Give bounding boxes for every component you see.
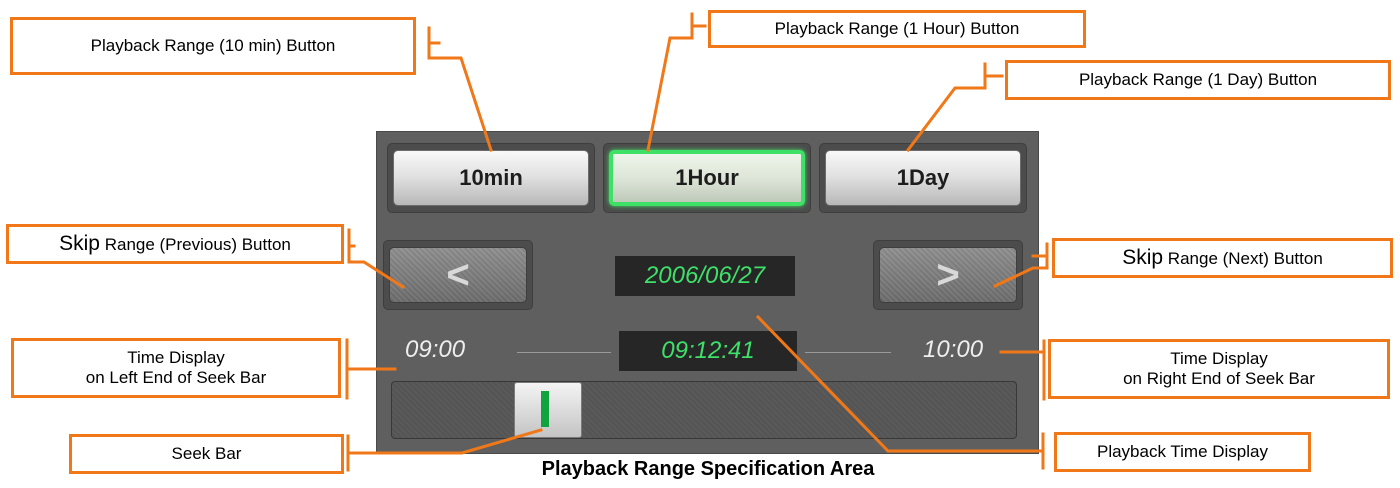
chevron-left-icon: <: [446, 252, 470, 297]
skip-next-button[interactable]: >: [879, 247, 1017, 303]
callout-skip-next: Skip Range (Next) Button: [1052, 238, 1393, 278]
time-rule-right: [805, 352, 891, 353]
range-1day-button[interactable]: 1Day: [825, 150, 1021, 206]
callout-range-1hour: Playback Range (1 Hour) Button: [708, 10, 1086, 48]
range-10min-button[interactable]: 10min: [393, 150, 589, 206]
callout-seek-bar-text: Seek Bar: [171, 443, 242, 463]
playback-range-panel: 10min 1Hour 1Day < 2006/06/27 > 09:00 09…: [376, 131, 1039, 454]
callout-range-10min: Playback Range (10 min) Button: [10, 17, 416, 75]
callout-range-1day-text: Playback Range (1 Day) Button: [1078, 69, 1318, 89]
callout-range-1hour-text: Playback Range (1 Hour) Button: [774, 18, 1020, 38]
callout-time-right-line2: on Right End of Seek Bar: [1123, 369, 1315, 388]
seek-position-marker: [541, 391, 549, 427]
range-1day-well: 1Day: [819, 143, 1027, 213]
callout-range-1day: Playback Range (1 Day) Button: [1005, 60, 1391, 100]
callout-time-right: Time Display on Right End of Seek Bar: [1048, 339, 1390, 399]
callout-skip-next-keyword: Skip: [1122, 246, 1164, 270]
range-1hour-button[interactable]: 1Hour: [609, 150, 805, 206]
figure-caption: Playback Range Specification Area: [541, 458, 875, 480]
seek-thumb[interactable]: [514, 382, 582, 438]
callout-skip-previous-keyword: Skip: [59, 232, 100, 256]
skip-prev-well: <: [383, 240, 533, 310]
callout-skip-next-text: Range (Next) Button: [1163, 249, 1323, 269]
callout-time-left-line2: on Left End of Seek Bar: [85, 368, 267, 387]
skip-previous-button[interactable]: <: [389, 247, 527, 303]
date-display: 2006/06/27: [615, 256, 795, 296]
callout-skip-previous-text: Range (Previous) Button: [99, 235, 291, 255]
callout-time-left-line1: Time Display: [127, 347, 225, 367]
callout-time-left: Time Display on Left End of Seek Bar: [11, 338, 341, 398]
time-rule-left: [517, 352, 611, 353]
callout-seek-bar: Seek Bar: [69, 434, 344, 474]
callout-playback-time: Playback Time Display: [1054, 432, 1311, 472]
callout-playback-time-text: Playback Time Display: [1096, 441, 1268, 461]
seek-end-time: 10:00: [923, 336, 984, 363]
callout-time-right-line1: Time Display: [1170, 348, 1268, 368]
range-10min-well: 10min: [387, 143, 595, 213]
callout-skip-previous: Skip Range (Previous) Button: [6, 224, 344, 264]
range-1hour-well: 1Hour: [603, 143, 811, 213]
chevron-right-icon: >: [936, 252, 960, 297]
callout-range-10min-text: Playback Range (10 min) Button: [90, 35, 336, 55]
seek-start-time: 09:00: [405, 336, 466, 363]
playback-time-display: 09:12:41: [619, 331, 797, 371]
skip-next-well: >: [873, 240, 1023, 310]
seek-bar[interactable]: [391, 381, 1017, 439]
